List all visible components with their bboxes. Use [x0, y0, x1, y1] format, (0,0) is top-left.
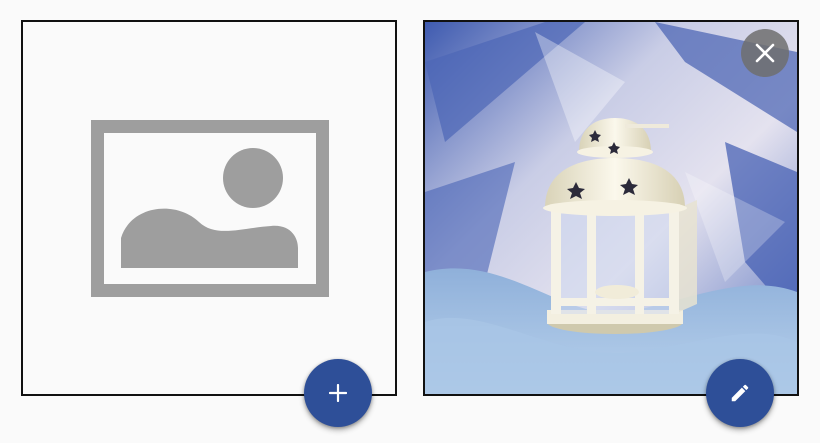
empty-image-slot[interactable] — [21, 20, 397, 396]
image-placeholder-icon — [91, 120, 329, 297]
pencil-icon — [731, 384, 749, 402]
plus-icon — [329, 384, 347, 402]
remove-photo-button[interactable] — [741, 29, 789, 77]
edit-image-button[interactable] — [706, 359, 774, 427]
add-image-button[interactable] — [304, 359, 372, 427]
image-slots — [0, 0, 820, 443]
lantern-photo — [425, 22, 797, 394]
photo-slot[interactable] — [423, 20, 799, 396]
close-icon — [755, 43, 775, 63]
